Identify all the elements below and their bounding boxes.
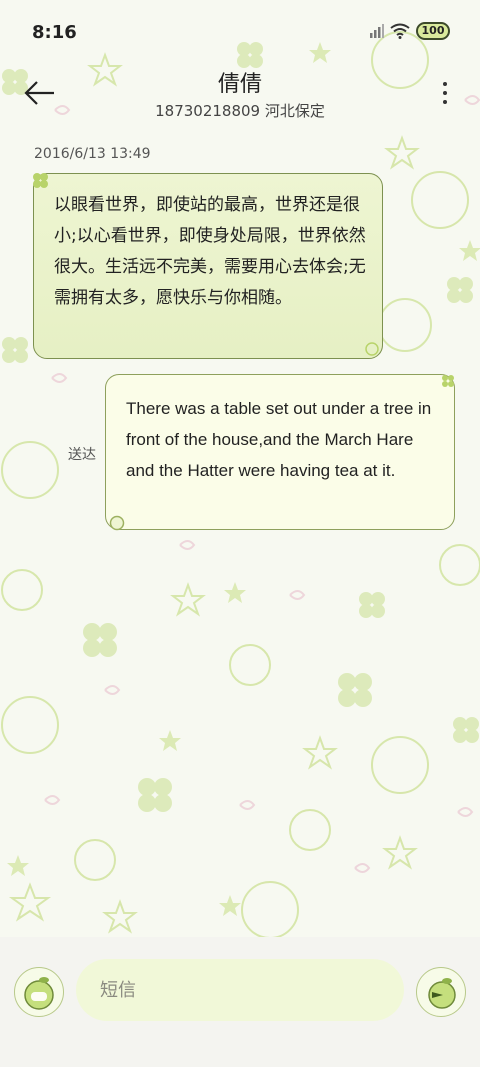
conversation-header: 倩倩 18730218809 河北保定 [0, 60, 480, 130]
composer-bar [0, 937, 480, 1067]
status-bar: 8:16 100 [0, 0, 480, 66]
message-input[interactable] [76, 959, 404, 1021]
signal-icon [370, 24, 384, 38]
battery-indicator: 100 [416, 22, 450, 40]
outgoing-message-bubble[interactable]: There was a table set out under a tree i… [105, 374, 455, 531]
delivery-status: 送达 [68, 447, 96, 463]
more-options-icon[interactable] [440, 82, 450, 108]
send-button[interactable] [416, 967, 466, 1017]
apple-sticker-icon [24, 977, 54, 1010]
status-icons: 100 [370, 22, 450, 40]
status-time: 8:16 [32, 22, 77, 43]
contact-number-location: 18730218809 河北保定 [155, 102, 325, 120]
outgoing-message-text: There was a table set out under a tree i… [126, 399, 432, 480]
send-apple-icon [428, 978, 456, 1009]
clover-decoration-icon [442, 375, 454, 387]
attach-button[interactable] [14, 967, 64, 1017]
contact-name: 倩倩 [217, 72, 262, 97]
wifi-icon [390, 23, 410, 39]
message-timestamp: 2016/6/13 13:49 [34, 146, 151, 162]
incoming-message-text: 以眼看世界，即使站的最高，世界还是很小;以心看世界，即使身处局限，世界依然很大。… [54, 195, 366, 308]
apple-decoration-icon [365, 342, 379, 356]
incoming-message-bubble[interactable]: 以眼看世界，即使站的最高，世界还是很小;以心看世界，即使身处局限，世界依然很大。… [33, 173, 383, 359]
apple-decoration-icon [109, 515, 125, 531]
clover-decoration-icon [33, 173, 48, 188]
